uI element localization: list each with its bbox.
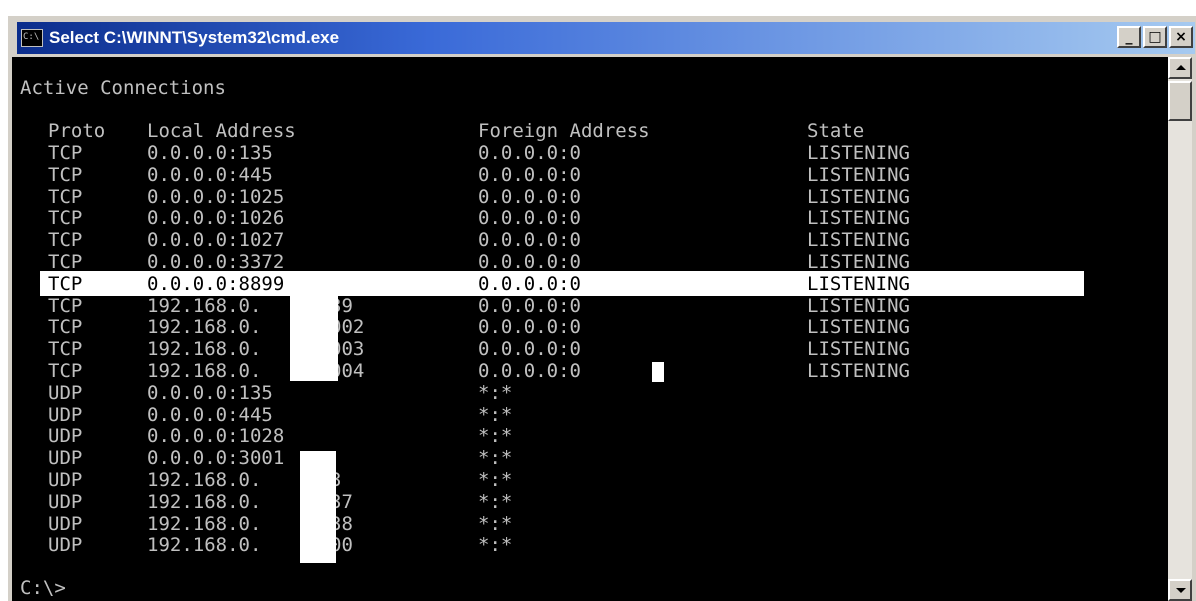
header-foreign-address: Foreign Address — [478, 120, 650, 142]
cell-foreign-address: 0.0.0.0:0 — [478, 163, 581, 186]
cell-foreign-address: *:* — [478, 425, 513, 448]
cell-proto: TCP — [48, 316, 83, 339]
scroll-down-arrow-icon — [1176, 588, 1186, 593]
command-prompt: C:\> — [20, 577, 66, 599]
redaction-block — [300, 451, 336, 563]
cell-proto: TCP — [48, 360, 83, 382]
title-bar[interactable]: C:\ Select C:\WINNT\System32\cmd.exe _ □… — [17, 22, 1195, 54]
cell-foreign-address: *:* — [478, 403, 513, 426]
cell-foreign-address: 0.0.0.0:0 — [478, 294, 581, 317]
column-headers: Proto Local Address Foreign Address Stat… — [12, 120, 864, 142]
cell-state: LISTENING — [807, 142, 910, 164]
cell-proto: TCP — [48, 142, 83, 164]
cell-proto: UDP — [48, 425, 83, 448]
cell-proto: TCP — [48, 185, 83, 208]
cell-proto: TCP — [48, 229, 83, 252]
cell-proto: UDP — [48, 490, 83, 513]
cell-local-address: 0.0.0.0:8899 — [147, 272, 285, 295]
window-controls: _ □ × — [1117, 26, 1193, 48]
cell-local-address: 0.0.0.0:445 — [147, 403, 273, 426]
vertical-scrollbar[interactable] — [1168, 57, 1192, 601]
cell-state: LISTENING — [807, 207, 910, 230]
text-cursor — [652, 362, 664, 382]
scroll-down-button[interactable] — [1168, 579, 1192, 601]
cell-foreign-address: *:* — [478, 447, 513, 470]
console-heading: Active Connections — [12, 77, 226, 99]
cell-proto: TCP — [48, 251, 83, 273]
cell-foreign-address: 0.0.0.0:0 — [478, 338, 581, 361]
cell-proto: UDP — [48, 381, 83, 404]
cell-state: LISTENING — [807, 163, 910, 186]
prompt-line: C:\> — [12, 577, 66, 599]
cmd-window-icon[interactable]: C:\ — [21, 29, 43, 47]
cell-proto: UDP — [48, 469, 83, 491]
cell-local-address: 0.0.0.0:445 — [147, 163, 273, 186]
scroll-up-button[interactable] — [1168, 57, 1192, 79]
cell-proto: UDP — [48, 534, 83, 557]
cell-proto: TCP — [48, 207, 83, 230]
cell-state: LISTENING — [807, 294, 910, 317]
maximize-button[interactable]: □ — [1143, 26, 1167, 48]
cell-foreign-address: *:* — [478, 381, 513, 404]
cell-foreign-address: 0.0.0.0:0 — [478, 251, 581, 273]
cell-local-address: 0.0.0.0:3001 — [147, 447, 285, 470]
cell-proto: TCP — [48, 163, 83, 186]
cell-local-address: 0.0.0.0:135 — [147, 381, 273, 404]
cell-local-address: 0.0.0.0:3372 — [147, 251, 285, 273]
cell-local-address: 0.0.0.0:1025 — [147, 185, 285, 208]
active-connections-heading: Active Connections — [20, 77, 226, 99]
scrollbar-thumb[interactable] — [1168, 81, 1192, 121]
cell-proto: TCP — [48, 338, 83, 361]
cell-foreign-address: *:* — [478, 512, 513, 535]
cell-local-address: 0.0.0.0:1027 — [147, 229, 285, 252]
cell-foreign-address: 0.0.0.0:0 — [478, 272, 581, 295]
scroll-up-arrow-icon — [1176, 65, 1186, 70]
cell-foreign-address: *:* — [478, 490, 513, 513]
cell-foreign-address: 0.0.0.0:0 — [478, 229, 581, 252]
redaction-block — [290, 295, 338, 381]
cell-proto: TCP — [48, 272, 83, 295]
cell-proto: UDP — [48, 447, 83, 470]
cell-proto: UDP — [48, 512, 83, 535]
header-state: State — [807, 120, 865, 142]
cell-state: LISTENING — [807, 251, 910, 273]
cell-state: LISTENING — [807, 272, 910, 295]
cell-state: LISTENING — [807, 185, 910, 208]
cell-foreign-address: 0.0.0.0:0 — [478, 207, 581, 230]
console-output[interactable]: Active Connections Proto Local Address F… — [12, 57, 1168, 601]
cell-foreign-address: 0.0.0.0:0 — [478, 316, 581, 339]
close-button[interactable]: × — [1169, 26, 1193, 48]
header-local-address: Local Address — [147, 120, 296, 142]
cell-local-address: 0.0.0.0:135 — [147, 142, 273, 164]
cell-foreign-address: *:* — [478, 469, 513, 491]
cell-local-address: 0.0.0.0:1028 — [147, 425, 285, 448]
cell-state: LISTENING — [807, 316, 910, 339]
cell-state: LISTENING — [807, 229, 910, 252]
window-title: Select C:\WINNT\System32\cmd.exe — [49, 28, 340, 47]
cell-foreign-address: 0.0.0.0:0 — [478, 360, 581, 382]
cell-local-address: 0.0.0.0:1026 — [147, 207, 285, 230]
cell-state: LISTENING — [807, 338, 910, 361]
cell-foreign-address: 0.0.0.0:0 — [478, 185, 581, 208]
header-proto: Proto — [48, 120, 106, 142]
cell-foreign-address: 0.0.0.0:0 — [478, 142, 581, 164]
cell-proto: UDP — [48, 403, 83, 426]
cell-proto: TCP — [48, 294, 83, 317]
cell-foreign-address: *:* — [478, 534, 513, 557]
minimize-button[interactable]: _ — [1117, 26, 1141, 48]
cell-state: LISTENING — [807, 360, 910, 382]
